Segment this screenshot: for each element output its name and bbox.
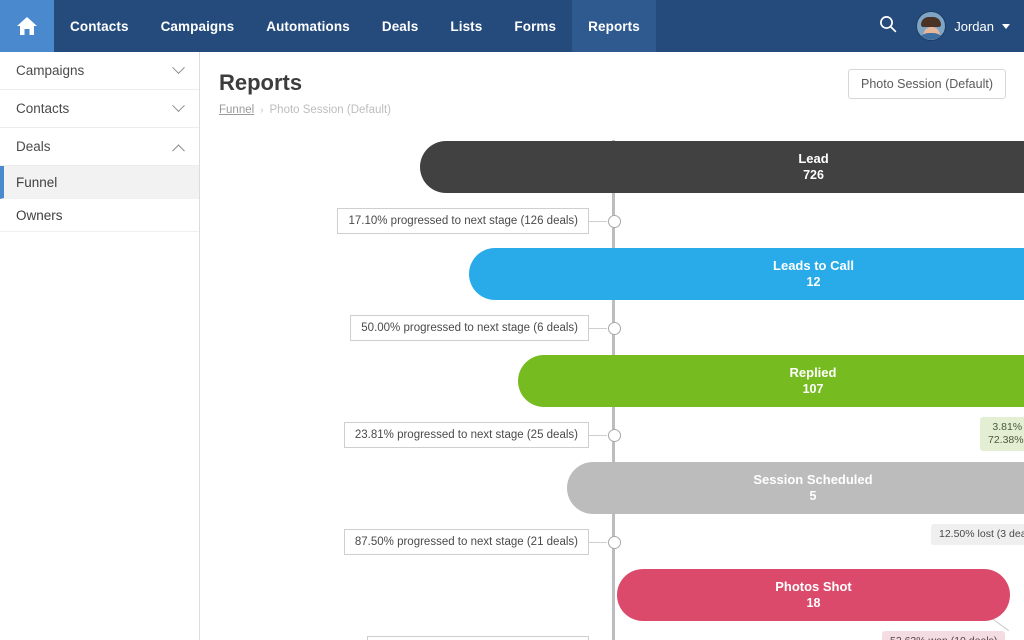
sidebar-item-campaigns[interactable]: Campaigns <box>0 52 199 90</box>
funnel-stage-count: 107 <box>803 381 824 397</box>
funnel-outcome-tooltip: 12.50% lost (3 deals) <box>931 524 1024 545</box>
main-content: Reports Funnel › Photo Session (Default)… <box>201 52 1024 640</box>
funnel-stage-node[interactable] <box>608 215 621 228</box>
nav-label: Automations <box>266 19 350 34</box>
search-button[interactable] <box>874 12 902 40</box>
funnel-outcome-line: 52.63% won (10 deals) <box>890 635 997 640</box>
top-navigation-bar: Contacts Campaigns Automations Deals Lis… <box>0 0 1024 52</box>
user-menu[interactable]: Jordan <box>916 11 1010 41</box>
chevron-down-icon <box>172 99 185 112</box>
funnel-chart: Lead726 17.10% progressed to next stage (… <box>201 52 1024 640</box>
nav-item-automations[interactable]: Automations <box>250 0 366 52</box>
sidebar-item-label: Funnel <box>16 175 57 190</box>
funnel-progress-connector <box>589 328 607 329</box>
sidebar-item-funnel[interactable]: Funnel <box>0 166 199 199</box>
avatar-shoulders <box>916 33 946 41</box>
sidebar-item-owners[interactable]: Owners <box>0 199 199 232</box>
nav-label: Lists <box>450 19 482 34</box>
funnel-stage-count: 12 <box>807 274 821 290</box>
nav-label: Deals <box>382 19 419 34</box>
funnel-stage-name: Lead <box>798 151 828 167</box>
sidebar-item-deals[interactable]: Deals <box>0 128 199 166</box>
search-icon <box>879 15 897 38</box>
funnel-progress-label: 17.10% progressed to next stage (126 dea… <box>337 208 589 234</box>
home-icon <box>16 16 38 36</box>
nav-item-lists[interactable]: Lists <box>434 0 498 52</box>
funnel-progress-label: 50.00% progressed to next stage (6 deals… <box>350 315 589 341</box>
funnel-progress-connector <box>589 435 607 436</box>
funnel-stage-node[interactable] <box>608 536 621 549</box>
funnel-stage-node[interactable] <box>608 429 621 442</box>
primary-nav-items: Contacts Campaigns Automations Deals Lis… <box>54 0 656 52</box>
funnel-stage-count: 5 <box>810 488 817 504</box>
funnel-progress-label: 23.81% progressed to next stage (25 deal… <box>344 422 589 448</box>
nav-item-deals[interactable]: Deals <box>366 0 435 52</box>
nav-item-contacts[interactable]: Contacts <box>54 0 145 52</box>
user-name-label: Jordan <box>954 19 994 34</box>
funnel-outcome-line: 3.81% won (4 deals) <box>988 421 1024 434</box>
chevron-down-icon <box>172 61 185 74</box>
top-nav-right-cluster: Jordan <box>874 0 1024 52</box>
sidebar-item-label: Contacts <box>16 101 174 116</box>
chevron-up-icon <box>172 144 185 157</box>
sidebar-item-contacts[interactable]: Contacts <box>0 90 199 128</box>
funnel-stage-bar[interactable]: Photos Shot18 <box>617 569 1010 621</box>
nav-item-reports[interactable]: Reports <box>572 0 656 52</box>
nav-label: Reports <box>588 19 640 34</box>
funnel-outcome-line: 72.38% lost (76 deals) <box>988 434 1024 447</box>
nav-item-forms[interactable]: Forms <box>498 0 572 52</box>
avatar-hair <box>921 17 941 27</box>
funnel-stage-name: Photos Shot <box>775 579 852 595</box>
funnel-stage-name: Leads to Call <box>773 258 854 274</box>
funnel-stage-count: 726 <box>803 167 824 183</box>
funnel-progress-label-partial <box>367 636 589 640</box>
funnel-stage-count: 18 <box>807 595 821 611</box>
funnel-progress-connector <box>589 221 607 222</box>
nav-item-campaigns[interactable]: Campaigns <box>145 0 251 52</box>
sidebar-item-label: Campaigns <box>16 63 174 78</box>
funnel-stage-name: Session Scheduled <box>753 472 872 488</box>
home-button[interactable] <box>0 0 54 52</box>
funnel-outcome-tooltip: 52.63% won (10 deals) <box>882 631 1005 640</box>
avatar <box>916 11 946 41</box>
funnel-stage-bar[interactable]: Session Scheduled5 <box>567 462 1024 514</box>
nav-label: Contacts <box>70 19 129 34</box>
nav-label: Campaigns <box>161 19 235 34</box>
funnel-stage-bar[interactable]: Leads to Call12 <box>469 248 1024 300</box>
funnel-stage-bar[interactable]: Lead726 <box>420 141 1024 193</box>
funnel-stage-name: Replied <box>790 365 837 381</box>
nav-label: Forms <box>514 19 556 34</box>
funnel-progress-connector <box>589 542 607 543</box>
funnel-stage-node[interactable] <box>608 322 621 335</box>
sidebar-item-label: Deals <box>16 139 174 154</box>
sidebar-item-label: Owners <box>16 208 63 223</box>
sidebar: Campaigns Contacts Deals Funnel Owners <box>0 52 200 640</box>
funnel-progress-label: 87.50% progressed to next stage (21 deal… <box>344 529 589 555</box>
funnel-stage-bar[interactable]: Replied107 <box>518 355 1024 407</box>
funnel-outcome-tooltip: 3.81% won (4 deals)72.38% lost (76 deals… <box>980 417 1024 451</box>
funnel-outcome-line: 12.50% lost (3 deals) <box>939 528 1024 541</box>
chevron-down-icon <box>1002 24 1010 29</box>
